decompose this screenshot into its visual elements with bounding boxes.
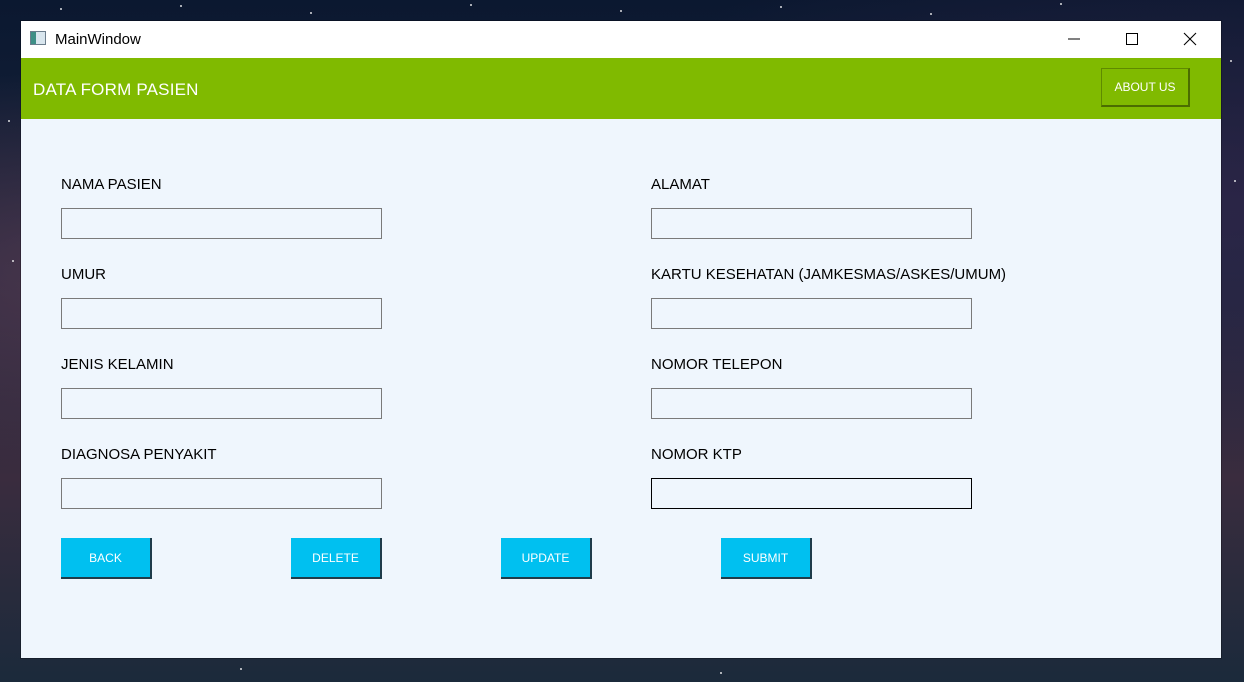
alamat-input[interactable] xyxy=(651,208,972,239)
nomor-ktp-label: NOMOR KTP xyxy=(651,446,742,463)
star xyxy=(930,13,932,15)
star xyxy=(470,4,472,6)
jenis-kelamin-label: JENIS KELAMIN xyxy=(61,356,174,373)
delete-button[interactable]: DELETE xyxy=(291,538,382,579)
star xyxy=(180,5,182,7)
close-button[interactable] xyxy=(1167,21,1213,58)
umur-label: UMUR xyxy=(61,266,106,283)
nama-pasien-input[interactable] xyxy=(61,208,382,239)
kartu-kesehatan-label: KARTU KESEHATAN (JAMKESMAS/ASKES/UMUM) xyxy=(651,266,1007,283)
star xyxy=(310,12,312,14)
umur-input[interactable] xyxy=(61,298,382,329)
alamat-label: ALAMAT xyxy=(651,176,710,193)
maximize-button[interactable] xyxy=(1109,21,1155,58)
form-header: DATA FORM PASIEN ABOUT US xyxy=(21,58,1221,119)
window-title: MainWindow xyxy=(55,31,141,48)
star xyxy=(620,10,622,12)
about-us-button[interactable]: ABOUT US xyxy=(1101,68,1190,107)
update-button[interactable]: UPDATE xyxy=(501,538,592,579)
star xyxy=(1230,60,1232,62)
nomor-telepon-input[interactable] xyxy=(651,388,972,419)
maximize-icon xyxy=(1126,33,1138,45)
diagnosa-penyakit-input[interactable] xyxy=(61,478,382,509)
close-icon xyxy=(1183,32,1197,46)
nomor-ktp-input[interactable] xyxy=(651,478,972,509)
main-window: MainWindow DATA FORM PASIEN ABOUT US NAM… xyxy=(21,21,1221,658)
star xyxy=(240,668,242,670)
title-bar[interactable]: MainWindow xyxy=(21,21,1221,58)
nama-pasien-label: NAMA PASIEN xyxy=(61,176,162,193)
page-title: DATA FORM PASIEN xyxy=(33,80,199,99)
app-window-icon xyxy=(30,31,46,45)
star xyxy=(8,120,10,122)
star xyxy=(1234,180,1236,182)
nomor-telepon-label: NOMOR TELEPON xyxy=(651,356,783,373)
star xyxy=(780,6,782,8)
star xyxy=(12,260,14,262)
diagnosa-penyakit-label: DIAGNOSA PENYAKIT xyxy=(61,446,217,463)
minimize-icon xyxy=(1068,38,1080,40)
submit-button[interactable]: SUBMIT xyxy=(721,538,812,579)
kartu-kesehatan-input[interactable] xyxy=(651,298,972,329)
star xyxy=(720,672,722,674)
star xyxy=(60,8,62,10)
jenis-kelamin-input[interactable] xyxy=(61,388,382,419)
back-button[interactable]: BACK xyxy=(61,538,152,579)
minimize-button[interactable] xyxy=(1051,21,1097,58)
star xyxy=(1060,3,1062,5)
